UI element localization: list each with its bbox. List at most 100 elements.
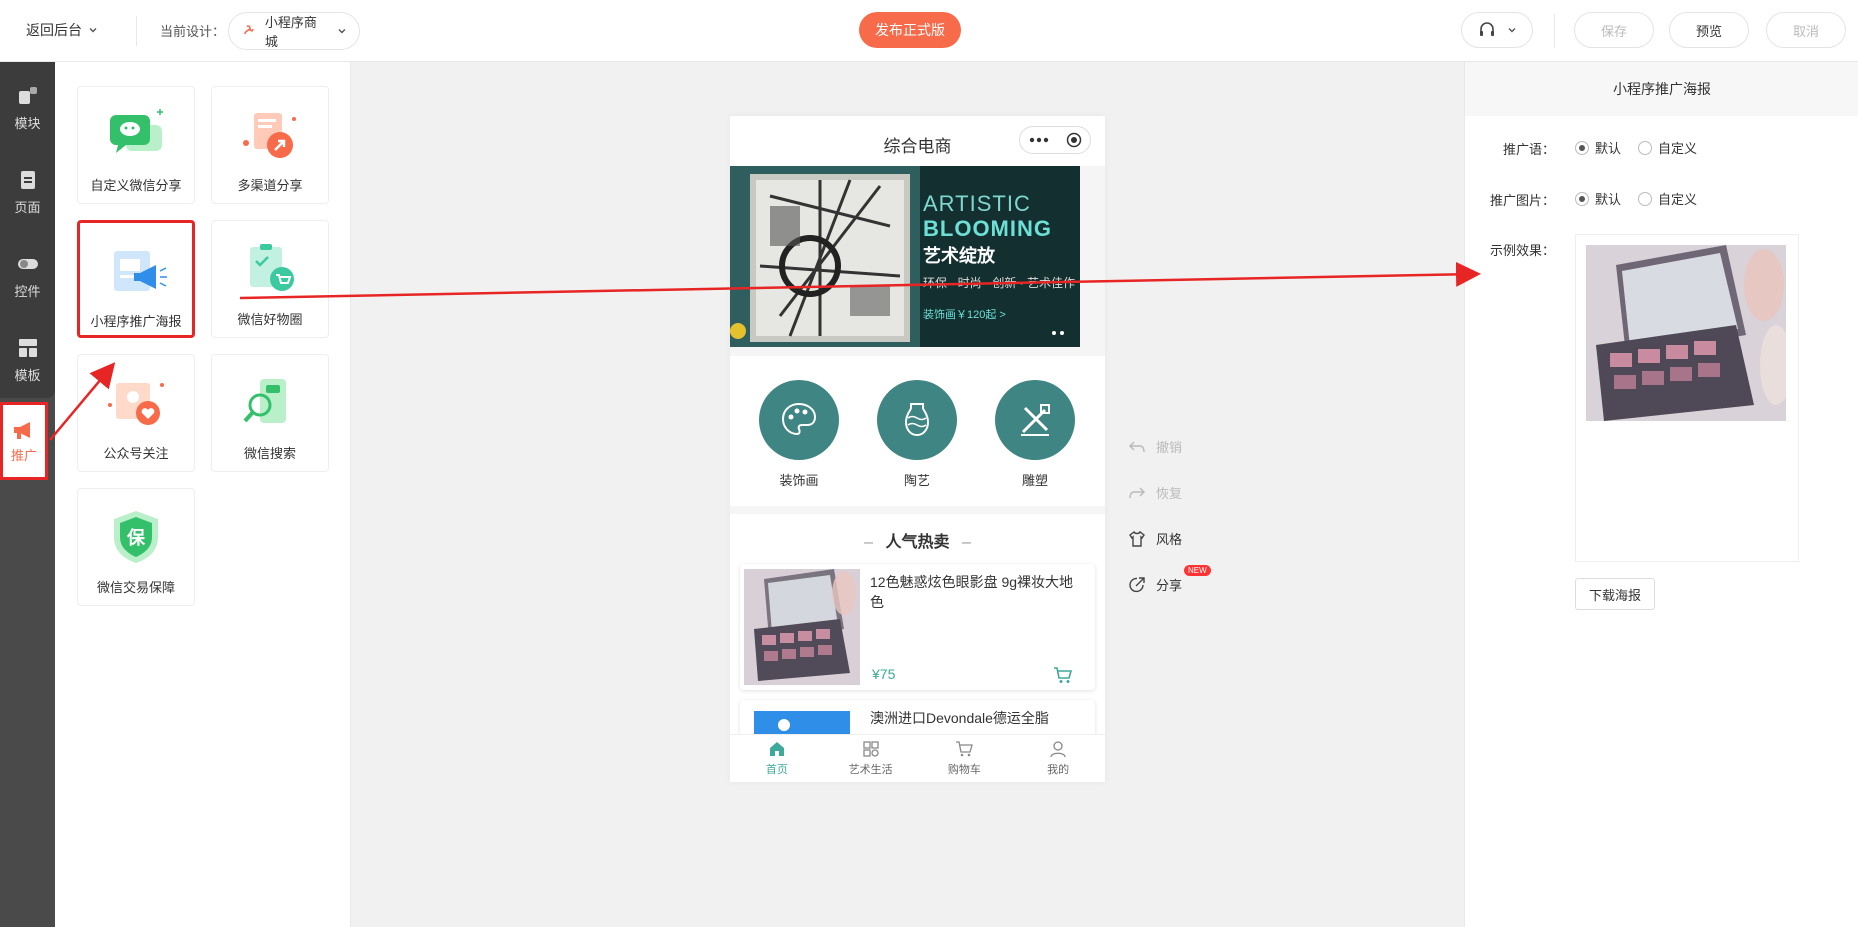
preview-button[interactable]: 预览	[1669, 12, 1749, 48]
nav-item-promotion[interactable]: 推广	[0, 402, 48, 480]
title-dash: –	[961, 534, 971, 551]
nav-item-templates[interactable]: 模板	[0, 322, 55, 398]
chevron-down-icon	[1508, 28, 1516, 33]
wechat-share-icon	[110, 109, 163, 153]
slogan-label: 推广语：	[1502, 142, 1555, 157]
divider	[136, 16, 137, 46]
module-card-label: 自定义微信分享	[90, 178, 182, 193]
publish-button[interactable]: 发布正式版	[859, 12, 961, 48]
current-design-label: 当前设计：	[160, 24, 226, 39]
share-button[interactable]: 分享 NEW	[1128, 565, 1211, 594]
tab-label: 我的	[1047, 764, 1070, 776]
nav-item-label: 模板	[14, 367, 41, 383]
category-pottery[interactable]: 陶艺	[877, 380, 957, 489]
image-default-radio[interactable]: 默认	[1575, 189, 1621, 208]
poster-icon	[114, 251, 167, 291]
nav-item-label: 控件	[14, 283, 41, 299]
hot-sale-title-text: 人气热卖	[885, 534, 950, 551]
module-card-multi-channel-share[interactable]: 多渠道分享	[211, 86, 329, 204]
image-custom-radio[interactable]: 自定义	[1638, 189, 1697, 208]
cancel-button[interactable]: 取消	[1766, 12, 1846, 48]
radio-dot	[1575, 140, 1589, 155]
category-label: 装饰画	[779, 473, 819, 488]
divider	[1554, 14, 1555, 48]
new-badge: NEW	[1184, 565, 1211, 576]
tools-icon	[1021, 404, 1050, 436]
tab-mine[interactable]: 我的	[1011, 735, 1105, 782]
settings-panel-title: 小程序推广海报	[1465, 62, 1858, 116]
module-card-trade-guarantee[interactable]: 保 微信交易保障	[77, 488, 195, 606]
save-button[interactable]: 保存	[1574, 12, 1654, 48]
cart-icon	[956, 741, 974, 757]
radio-dot	[1638, 140, 1652, 155]
banner-price-link[interactable]: 装饰画￥120起 >	[923, 306, 1006, 322]
redo-button[interactable]: 恢复	[1128, 483, 1182, 502]
style-button[interactable]: 风格	[1128, 529, 1182, 548]
product-name: 澳洲进口Devondale德运全脂	[870, 710, 1049, 726]
page-icon	[20, 170, 35, 189]
tab-art-life[interactable]: 艺术生活	[824, 735, 918, 782]
chevron-down-icon	[338, 29, 346, 34]
settings-panel: 小程序推广海报 推广语： 默认 自定义 推广图片： 默认 自定义 示例效果： 下…	[1464, 62, 1858, 927]
phone-header: 综合电商	[730, 116, 1105, 166]
miniprogram-capsule[interactable]	[1019, 126, 1091, 154]
hero-banner[interactable]: ARTISTIC BLOOMING 艺术绽放 环保 · 时尚 · 创新 · 艺术…	[730, 166, 1080, 347]
style-label: 风格	[1156, 532, 1183, 547]
example-poster-image	[1586, 245, 1786, 421]
tab-label: 首页	[765, 764, 788, 776]
undo-button[interactable]: 撤销	[1128, 437, 1182, 456]
share-label: 分享	[1156, 578, 1183, 593]
tab-home[interactable]: 首页	[730, 735, 824, 782]
module-card-label: 微信交易保障	[96, 580, 175, 595]
banner-tags: 环保 · 时尚 · 创新 · 艺术佳作	[923, 276, 1075, 290]
back-to-admin-button[interactable]: 返回后台	[26, 20, 98, 40]
vase-icon	[904, 403, 930, 437]
category-label: 陶艺	[903, 473, 930, 488]
toggle-icon	[17, 258, 38, 269]
add-to-cart-icon[interactable]	[1053, 666, 1073, 684]
category-decor-painting[interactable]: 装饰画	[759, 380, 839, 489]
grid-icon	[862, 741, 879, 757]
phone-tab-bar: 首页 艺术生活 购物车 我的	[730, 734, 1105, 782]
template-icon	[18, 338, 37, 357]
eyeshadow-palette-image	[1586, 245, 1786, 421]
download-poster-button[interactable]: 下载海报	[1575, 578, 1655, 610]
share-icon	[1129, 576, 1145, 592]
tshirt-icon	[1129, 530, 1145, 547]
design-select[interactable]: 小程序商城	[228, 12, 360, 50]
slogan-default-radio[interactable]: 默认	[1575, 138, 1621, 157]
product-card[interactable]: 12色魅惑炫色眼影盘 9g裸妆大地色 ¥75	[740, 564, 1095, 690]
banner-title-cn: 艺术绽放	[923, 246, 995, 266]
category-sculpture[interactable]: 雕塑	[995, 380, 1075, 489]
nav-item-pages[interactable]: 页面	[0, 154, 55, 230]
trade-guarantee-icon: 保	[114, 511, 158, 563]
palette-icon	[781, 402, 817, 436]
module-card-label: 微信搜索	[243, 446, 296, 461]
redo-icon	[1129, 486, 1146, 498]
follow-icon	[108, 383, 164, 425]
nav-item-modules[interactable]: 模块	[0, 70, 55, 146]
hot-sale-title: – 人气热卖 –	[730, 528, 1105, 552]
carousel-dots	[1052, 331, 1064, 335]
module-card-goods-circle[interactable]: 微信好物圈	[211, 220, 329, 338]
module-card-wechat-search[interactable]: 微信搜索	[211, 354, 329, 472]
module-card-poster[interactable]: 小程序推广海报	[77, 220, 195, 338]
module-card-wechat-share[interactable]: 自定义微信分享	[77, 86, 195, 204]
more-icon	[1029, 137, 1048, 143]
chevron-down-icon	[89, 28, 97, 33]
badge-char: 保	[126, 527, 146, 549]
category-row: 装饰画 陶艺 雕塑	[730, 356, 1105, 506]
support-button[interactable]	[1461, 12, 1533, 48]
tab-cart[interactable]: 购物车	[918, 735, 1012, 782]
megaphone-icon	[14, 421, 30, 439]
module-card-follow[interactable]: 公众号关注	[77, 354, 195, 472]
home-icon	[769, 742, 784, 756]
nav-item-controls[interactable]: 控件	[0, 238, 55, 314]
module-card-label: 公众号关注	[103, 446, 169, 461]
category-image	[759, 380, 839, 460]
top-bar: 返回后台 当前设计： 小程序商城 发布正式版 保存 预览 取消	[0, 0, 1858, 62]
slogan-custom-radio[interactable]: 自定义	[1638, 138, 1697, 157]
nav-item-label: 页面	[14, 199, 41, 215]
banner-artwork-image	[730, 166, 920, 347]
back-label: 返回后台	[26, 22, 82, 38]
